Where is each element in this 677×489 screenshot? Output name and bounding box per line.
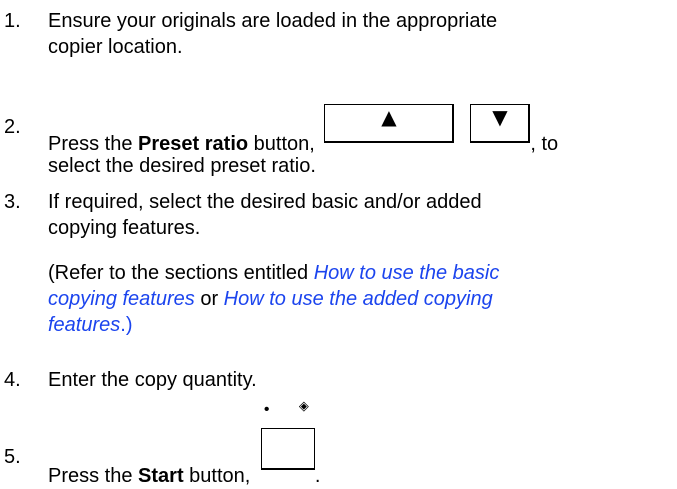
text-fragment: Press the — [48, 133, 139, 155]
step-line: copying features. — [48, 217, 201, 239]
note-line: copying features or How to use the added… — [48, 286, 673, 312]
preset-ratio-label: Preset ratio — [138, 133, 249, 155]
step-number: 1. — [4, 10, 21, 32]
step-text: Press the Start button, • ◈ . — [48, 399, 673, 489]
step-text: Enter the copy quantity. — [48, 367, 673, 393]
text-fragment: (Refer to the sections entitled — [48, 262, 314, 284]
reference-note: (Refer to the sections entitled How to u… — [48, 260, 673, 338]
start-button[interactable]: • ◈ — [260, 399, 315, 470]
step-number: 2. — [4, 116, 21, 138]
text-fragment: , to — [530, 133, 559, 155]
link-added-copying-features[interactable]: How to use the added copying — [224, 288, 493, 310]
note-line: (Refer to the sections entitled How to u… — [48, 260, 673, 286]
step-line: If required, select the desired basic an… — [48, 191, 482, 213]
text-fragment: button, — [183, 465, 251, 487]
text-fragment: or — [194, 288, 224, 310]
text-fragment: .) — [120, 314, 133, 336]
note-line: features.) — [48, 312, 673, 338]
link-added-copying-features-cont[interactable]: features — [48, 314, 120, 336]
text-fragment: button, — [248, 133, 315, 155]
preset-ratio-down-button[interactable]: ▼ — [470, 104, 531, 143]
step-text: Ensure your originals are loaded in the … — [48, 8, 673, 60]
text-fragment: Press the — [48, 465, 139, 487]
preset-ratio-up-button[interactable]: ▲ — [324, 104, 455, 143]
step-text: Press the Preset ratio button, ▲ ▼ , to … — [48, 104, 673, 179]
step-text: If required, select the desired basic an… — [48, 189, 673, 338]
step-number: 4. — [4, 369, 21, 391]
step-line: Press the Preset ratio button, ▲ ▼ , to — [48, 104, 673, 157]
step-line: Ensure your originals are loaded in the … — [48, 10, 498, 32]
triangle-down-icon: ▼ — [492, 105, 508, 129]
link-basic-copying-features[interactable]: How to use the basic — [314, 262, 500, 284]
step-number: 3. — [4, 191, 21, 213]
start-label: Start — [138, 465, 184, 487]
indicator-dot-icon: • — [263, 401, 270, 418]
step-line: Press the Start button, • ◈ . — [48, 399, 673, 489]
text-fragment: . — [314, 465, 321, 487]
link-basic-copying-features-cont[interactable]: copying features — [48, 288, 195, 310]
step-line: copier location. — [48, 36, 183, 58]
start-diamond-icon: ◈ — [298, 399, 309, 414]
step-number: 5. — [4, 446, 21, 468]
triangle-up-icon: ▲ — [381, 105, 397, 129]
step-line: Enter the copy quantity. — [48, 369, 257, 391]
